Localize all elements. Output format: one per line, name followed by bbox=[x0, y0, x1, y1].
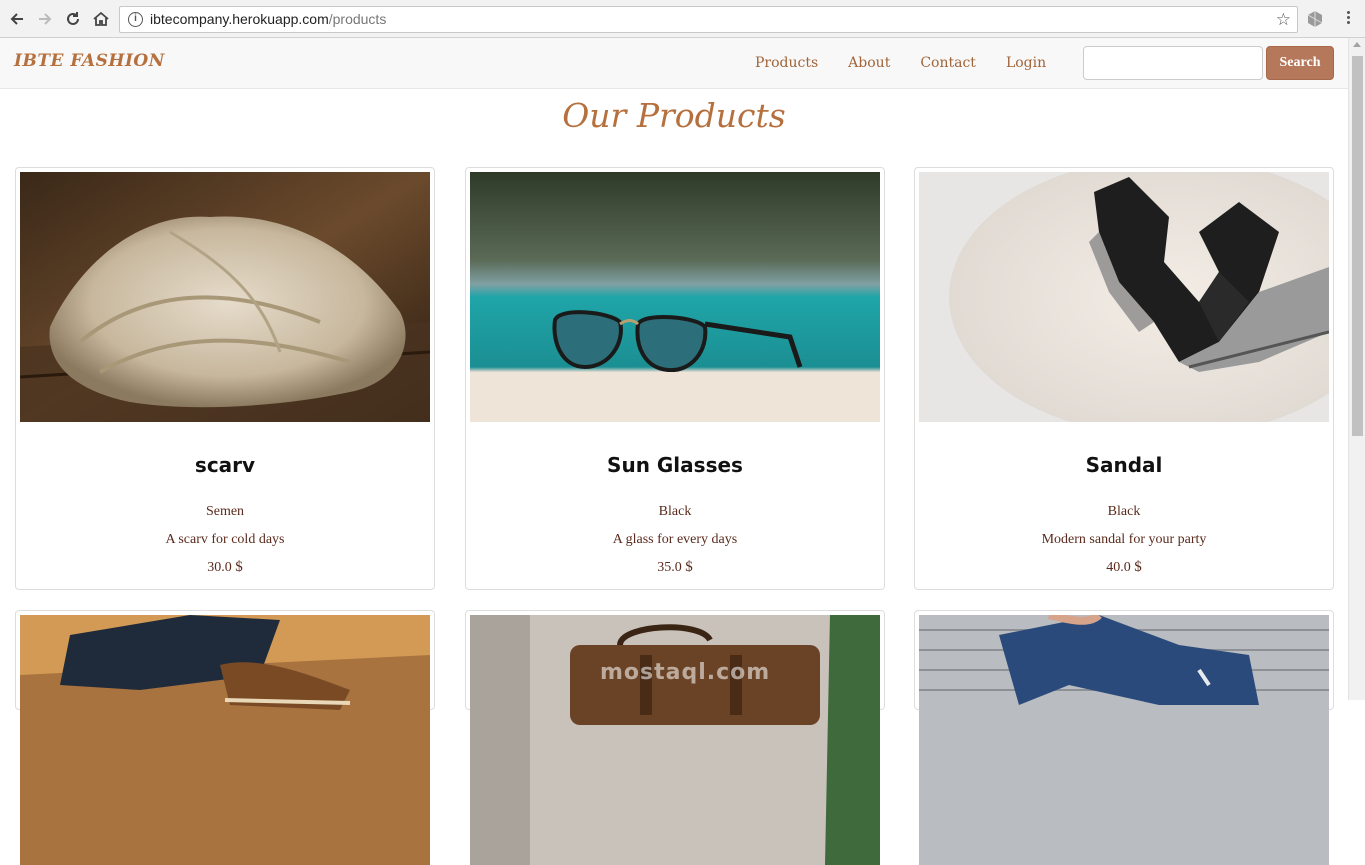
product-color: Black bbox=[658, 504, 692, 519]
product-image-scarf[interactable] bbox=[20, 172, 430, 422]
product-image-jeans[interactable] bbox=[919, 615, 1329, 865]
product-description: A glass for every days bbox=[612, 532, 738, 547]
scroll-up-arrow-icon[interactable] bbox=[1353, 42, 1361, 47]
search-button[interactable]: Search bbox=[1266, 46, 1334, 80]
extension-icon[interactable] bbox=[1306, 10, 1324, 28]
url-text: ibtecompany.herokuapp.com/products bbox=[150, 11, 387, 27]
product-card[interactable]: scarv Semen A scarv for cold days 30.0 $ bbox=[15, 167, 435, 590]
nav-link-products[interactable]: Products bbox=[740, 38, 833, 89]
product-color: Black bbox=[1107, 504, 1141, 519]
bookmark-star-icon[interactable]: ☆ bbox=[1276, 7, 1291, 32]
product-name[interactable]: Sun Glasses bbox=[466, 453, 884, 477]
scrollbar-thumb[interactable] bbox=[1352, 56, 1363, 436]
forward-arrow-icon[interactable] bbox=[34, 8, 56, 30]
product-image-bag[interactable] bbox=[470, 615, 880, 865]
watermark: mostaql.com bbox=[600, 660, 771, 685]
address-bar[interactable]: i ibtecompany.herokuapp.com/products ☆ bbox=[119, 6, 1298, 33]
product-price: 30.0 $ bbox=[207, 559, 243, 575]
home-icon[interactable] bbox=[90, 8, 112, 30]
product-card[interactable] bbox=[914, 610, 1334, 865]
product-price: 35.0 $ bbox=[657, 559, 693, 575]
nav-link-about[interactable]: About bbox=[833, 38, 905, 89]
product-card[interactable] bbox=[15, 610, 435, 865]
product-price: 40.0 $ bbox=[1106, 559, 1142, 575]
product-image-shoes[interactable] bbox=[20, 615, 430, 865]
product-card[interactable]: Sun Glasses Black A glass for every days… bbox=[465, 167, 885, 590]
product-name[interactable]: Sandal bbox=[915, 453, 1333, 477]
browser-menu-icon[interactable] bbox=[1341, 9, 1355, 29]
site-navbar: IBTE FASHION Products About Contact Logi… bbox=[0, 38, 1348, 89]
page-scrollbar[interactable] bbox=[1348, 38, 1365, 700]
page-title: Our Products bbox=[562, 96, 786, 135]
product-color: Semen bbox=[205, 504, 245, 519]
product-image-sunglasses[interactable] bbox=[470, 172, 880, 422]
product-name[interactable]: scarv bbox=[16, 453, 434, 477]
nav-link-login[interactable]: Login bbox=[991, 38, 1061, 89]
site-info-icon[interactable]: i bbox=[128, 12, 143, 27]
product-description: Modern sandal for your party bbox=[1041, 532, 1207, 547]
product-image-sandal[interactable] bbox=[919, 172, 1329, 422]
nav-link-contact[interactable]: Contact bbox=[905, 38, 991, 89]
brand-logo[interactable]: IBTE FASHION bbox=[14, 51, 165, 71]
nav-links: Products About Contact Login bbox=[740, 38, 1061, 89]
reload-icon[interactable] bbox=[62, 8, 84, 30]
product-card[interactable]: Sandal Black Modern sandal for your part… bbox=[914, 167, 1334, 590]
back-arrow-icon[interactable] bbox=[6, 8, 28, 30]
search-input[interactable] bbox=[1083, 46, 1263, 80]
browser-toolbar: i ibtecompany.herokuapp.com/products ☆ bbox=[0, 0, 1365, 38]
product-description: A scarv for cold days bbox=[165, 532, 285, 547]
